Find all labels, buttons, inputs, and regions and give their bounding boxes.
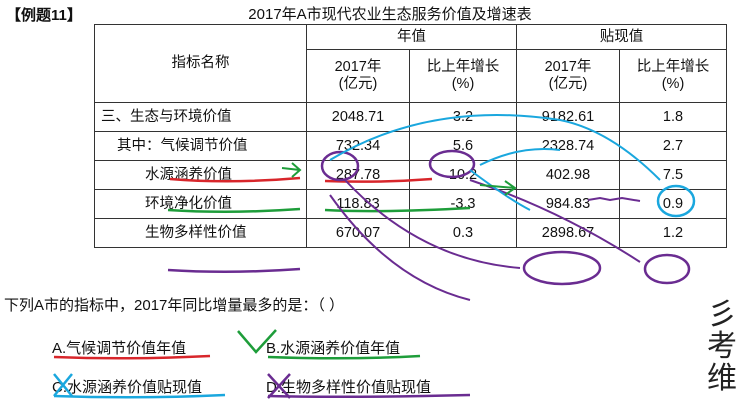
data-table: 指标名称 年值 贴现值 2017年 (亿元) 比上年增长 (%) 2017年 (… [94,24,727,248]
table-row: 生物多样性价值 670.07 0.3 2898.67 1.2 [94,218,727,248]
header-discount-growth: 比上年增长 (%) [619,49,727,103]
cell-annual-growth: 5.6 [409,131,517,161]
cell-discount: 2898.67 [516,218,620,248]
cell-annual: 670.07 [306,218,410,248]
cell-discount-growth: 1.2 [619,218,727,248]
cell-discount-growth: 0.9 [619,189,727,219]
table-row: 三、生态与环境价值 2048.71 3.2 9182.61 1.8 [94,102,727,132]
table-row: 环境净化价值 118.83 -3.3 984.83 0.9 [94,189,727,219]
header-row-1: 指标名称 年值 贴现值 [94,24,727,103]
handwriting-glyph: 彡 [707,297,737,332]
cell-annual-growth: 0.3 [409,218,517,248]
row-name: 三、生态与环境价值 [94,102,307,132]
cell-annual: 732.34 [306,131,410,161]
row-name: 环境净化价值 [94,189,307,219]
cell-discount: 9182.61 [516,102,620,132]
table-title: 2017年A市现代农业生态服务价值及增速表 [248,6,532,23]
cell-annual-growth: 3.2 [409,102,517,132]
purple-circle [643,253,691,285]
header-annual-growth: 比上年增长 (%) [409,49,517,103]
header-annual: 年值 [306,24,517,50]
option-b[interactable]: B.水源涵养价值年值 [266,337,400,358]
header-indicator: 指标名称 [94,24,307,103]
cell-annual-growth: 10.2 [409,160,517,190]
question-text: 下列A市的指标中，2017年同比增量最多的是：（ ） [4,297,345,314]
row-name: 其中：气候调节价值 [94,131,307,161]
cell-annual: 2048.71 [306,102,410,132]
example-tag: 【例题11】 [6,7,82,24]
header-annual-value: 2017年 (亿元) [306,49,410,103]
header-discount: 贴现值 [516,24,727,50]
cell-discount-growth: 2.7 [619,131,727,161]
cell-annual-growth: -3.3 [409,189,517,219]
table-row: 其中：气候调节价值 732.34 5.6 2328.74 2.7 [94,131,727,161]
row-name: 水源涵养价值 [94,160,307,190]
cell-annual: 118.83 [306,189,410,219]
cell-discount: 402.98 [516,160,620,190]
header-discount-value: 2017年 (亿元) [516,49,620,103]
purple-underline [167,267,301,274]
table-row: 水源涵养价值 287.78 10.2 402.98 7.5 [94,160,727,190]
cell-discount-growth: 1.8 [619,102,727,132]
cell-annual: 287.78 [306,160,410,190]
option-a[interactable]: A.气候调节价值年值 [52,337,186,358]
option-d[interactable]: D.生物多样性价值贴现值 [266,376,431,397]
cell-discount-growth: 7.5 [619,160,727,190]
option-c[interactable]: C.水源涵养价值贴现值 [52,376,202,397]
handwriting-glyph: 考 [707,329,737,364]
row-name: 生物多样性价值 [94,218,307,248]
handwriting-glyph: 维 [707,361,737,396]
cell-discount: 2328.74 [516,131,620,161]
cell-discount: 984.83 [516,189,620,219]
purple-circle [522,250,602,286]
